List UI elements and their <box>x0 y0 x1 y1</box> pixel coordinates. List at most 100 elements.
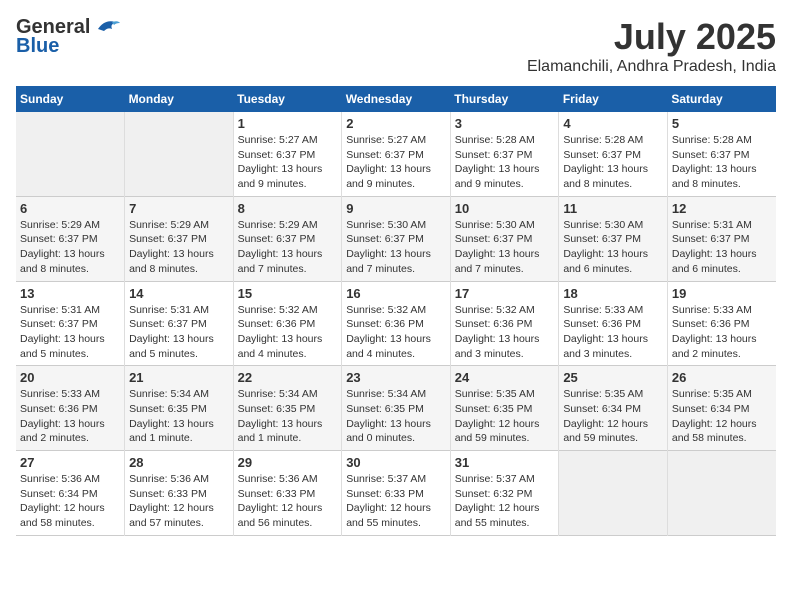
day-info: Sunrise: 5:30 AM Sunset: 6:37 PM Dayligh… <box>455 218 555 277</box>
calendar-cell: 7Sunrise: 5:29 AM Sunset: 6:37 PM Daylig… <box>125 196 234 281</box>
day-info: Sunrise: 5:28 AM Sunset: 6:37 PM Dayligh… <box>672 133 772 192</box>
day-number: 22 <box>238 370 338 385</box>
day-info: Sunrise: 5:31 AM Sunset: 6:37 PM Dayligh… <box>129 303 229 362</box>
day-number: 9 <box>346 201 446 216</box>
day-number: 20 <box>20 370 120 385</box>
calendar-cell: 4 Sunrise: 5:28 AM Sunset: 6:37 PM Daylig… <box>559 112 668 196</box>
day-info: Sunrise: 5:32 AM Sunset: 6:36 PM Dayligh… <box>238 303 338 362</box>
day-number: 31 <box>455 455 555 470</box>
day-info: Sunrise: 5:35 AM Sunset: 6:34 PM Dayligh… <box>563 387 663 446</box>
calendar-cell: 28 Sunrise: 5:36 AM Sunset: 6:33 PM Dayli… <box>125 451 234 536</box>
calendar-week-row: 27 Sunrise: 5:36 AM Sunset: 6:34 PM Dayli… <box>16 451 776 536</box>
day-number: 21 <box>129 370 229 385</box>
day-info: Sunrise: 5:29 AM Sunset: 6:37 PM Dayligh… <box>129 218 229 277</box>
calendar-week-row: 13 Sunrise: 5:31 AM Sunset: 6:37 PM Dayli… <box>16 281 776 366</box>
calendar-cell: 16Sunrise: 5:32 AM Sunset: 6:36 PM Dayli… <box>342 281 451 366</box>
day-info: Sunrise: 5:29 AM Sunset: 6:37 PM Dayligh… <box>20 218 120 277</box>
logo: General Blue <box>16 16 120 58</box>
day-info: Sunrise: 5:37 AM Sunset: 6:32 PM Dayligh… <box>455 472 555 531</box>
day-number: 5 <box>672 116 772 131</box>
header-tuesday: Tuesday <box>233 86 342 112</box>
day-number: 10 <box>455 201 555 216</box>
calendar-cell: 25 Sunrise: 5:35 AM Sunset: 6:34 PM Dayli… <box>559 366 668 451</box>
calendar-cell: 6 Sunrise: 5:29 AM Sunset: 6:37 PM Daylig… <box>16 196 125 281</box>
day-info: Sunrise: 5:30 AM Sunset: 6:37 PM Dayligh… <box>346 218 446 277</box>
calendar-cell: 1 Sunrise: 5:27 AM Sunset: 6:37 PM Daylig… <box>233 112 342 196</box>
day-info: Sunrise: 5:33 AM Sunset: 6:36 PM Dayligh… <box>563 303 663 362</box>
calendar-cell: 2 Sunrise: 5:27 AM Sunset: 6:37 PM Daylig… <box>342 112 451 196</box>
day-info: Sunrise: 5:29 AM Sunset: 6:37 PM Dayligh… <box>238 218 338 277</box>
calendar-table: Sunday Monday Tuesday Wednesday Thursday… <box>16 86 776 536</box>
calendar-cell: 20 Sunrise: 5:33 AM Sunset: 6:36 PM Dayli… <box>16 366 125 451</box>
calendar-cell <box>559 451 668 536</box>
calendar-cell: 30Sunrise: 5:37 AM Sunset: 6:33 PM Dayli… <box>342 451 451 536</box>
calendar-cell <box>125 112 234 196</box>
day-number: 25 <box>563 370 663 385</box>
day-info: Sunrise: 5:27 AM Sunset: 6:37 PM Dayligh… <box>238 133 338 192</box>
day-number: 12 <box>672 201 772 216</box>
day-number: 28 <box>129 455 229 470</box>
calendar-cell: 15 Sunrise: 5:32 AM Sunset: 6:36 PM Dayli… <box>233 281 342 366</box>
day-info: Sunrise: 5:27 AM Sunset: 6:37 PM Dayligh… <box>346 133 446 192</box>
calendar-cell: 3 Sunrise: 5:28 AM Sunset: 6:37 PM Daylig… <box>450 112 559 196</box>
calendar-cell <box>16 112 125 196</box>
logo-blue-text: Blue <box>16 35 59 58</box>
calendar-cell: 19 Sunrise: 5:33 AM Sunset: 6:36 PM Dayli… <box>667 281 776 366</box>
header-sunday: Sunday <box>16 86 125 112</box>
day-info: Sunrise: 5:36 AM Sunset: 6:33 PM Dayligh… <box>238 472 338 531</box>
header-friday: Friday <box>559 86 668 112</box>
day-info: Sunrise: 5:36 AM Sunset: 6:33 PM Dayligh… <box>129 472 229 531</box>
calendar-cell: 26 Sunrise: 5:35 AM Sunset: 6:34 PM Dayli… <box>667 366 776 451</box>
day-info: Sunrise: 5:35 AM Sunset: 6:34 PM Dayligh… <box>672 387 772 446</box>
day-info: Sunrise: 5:34 AM Sunset: 6:35 PM Dayligh… <box>346 387 446 446</box>
title-area: July 2025 Elamanchili, Andhra Pradesh, I… <box>527 16 776 76</box>
page-subtitle: Elamanchili, Andhra Pradesh, India <box>527 58 776 76</box>
calendar-week-row: 6 Sunrise: 5:29 AM Sunset: 6:37 PM Daylig… <box>16 196 776 281</box>
day-info: Sunrise: 5:33 AM Sunset: 6:36 PM Dayligh… <box>672 303 772 362</box>
day-number: 15 <box>238 286 338 301</box>
day-info: Sunrise: 5:34 AM Sunset: 6:35 PM Dayligh… <box>238 387 338 446</box>
page-header: General Blue July 2025 Elamanchili, Andh… <box>16 16 776 76</box>
calendar-cell: 14 Sunrise: 5:31 AM Sunset: 6:37 PM Dayli… <box>125 281 234 366</box>
calendar-cell: 17 Sunrise: 5:32 AM Sunset: 6:36 PM Dayli… <box>450 281 559 366</box>
calendar-cell: 11Sunrise: 5:30 AM Sunset: 6:37 PM Dayli… <box>559 196 668 281</box>
day-info: Sunrise: 5:31 AM Sunset: 6:37 PM Dayligh… <box>20 303 120 362</box>
day-number: 2 <box>346 116 446 131</box>
header-monday: Monday <box>125 86 234 112</box>
calendar-cell <box>667 451 776 536</box>
day-number: 14 <box>129 286 229 301</box>
logo-bird-icon <box>90 17 120 39</box>
calendar-cell: 22 Sunrise: 5:34 AM Sunset: 6:35 PM Dayli… <box>233 366 342 451</box>
calendar-cell: 27 Sunrise: 5:36 AM Sunset: 6:34 PM Dayli… <box>16 451 125 536</box>
day-number: 1 <box>238 116 338 131</box>
calendar-cell: 29Sunrise: 5:36 AM Sunset: 6:33 PM Dayli… <box>233 451 342 536</box>
calendar-cell: 21 Sunrise: 5:34 AM Sunset: 6:35 PM Dayli… <box>125 366 234 451</box>
day-number: 4 <box>563 116 663 131</box>
day-info: Sunrise: 5:34 AM Sunset: 6:35 PM Dayligh… <box>129 387 229 446</box>
day-number: 24 <box>455 370 555 385</box>
page-title: July 2025 <box>527 16 776 58</box>
day-number: 13 <box>20 286 120 301</box>
calendar-cell: 8Sunrise: 5:29 AM Sunset: 6:37 PM Daylig… <box>233 196 342 281</box>
day-info: Sunrise: 5:33 AM Sunset: 6:36 PM Dayligh… <box>20 387 120 446</box>
header-thursday: Thursday <box>450 86 559 112</box>
day-info: Sunrise: 5:37 AM Sunset: 6:33 PM Dayligh… <box>346 472 446 531</box>
calendar-cell: 23Sunrise: 5:34 AM Sunset: 6:35 PM Dayli… <box>342 366 451 451</box>
day-info: Sunrise: 5:32 AM Sunset: 6:36 PM Dayligh… <box>455 303 555 362</box>
day-info: Sunrise: 5:28 AM Sunset: 6:37 PM Dayligh… <box>455 133 555 192</box>
day-info: Sunrise: 5:36 AM Sunset: 6:34 PM Dayligh… <box>20 472 120 531</box>
calendar-cell: 5 Sunrise: 5:28 AM Sunset: 6:37 PM Daylig… <box>667 112 776 196</box>
day-number: 19 <box>672 286 772 301</box>
day-number: 26 <box>672 370 772 385</box>
calendar-cell: 9 Sunrise: 5:30 AM Sunset: 6:37 PM Daylig… <box>342 196 451 281</box>
day-info: Sunrise: 5:28 AM Sunset: 6:37 PM Dayligh… <box>563 133 663 192</box>
calendar-week-row: 1 Sunrise: 5:27 AM Sunset: 6:37 PM Daylig… <box>16 112 776 196</box>
calendar-cell: 10 Sunrise: 5:30 AM Sunset: 6:37 PM Dayli… <box>450 196 559 281</box>
day-number: 17 <box>455 286 555 301</box>
day-info: Sunrise: 5:30 AM Sunset: 6:37 PM Dayligh… <box>563 218 663 277</box>
calendar-cell: 24Sunrise: 5:35 AM Sunset: 6:35 PM Dayli… <box>450 366 559 451</box>
day-number: 3 <box>455 116 555 131</box>
day-number: 18 <box>563 286 663 301</box>
day-number: 6 <box>20 201 120 216</box>
day-number: 27 <box>20 455 120 470</box>
